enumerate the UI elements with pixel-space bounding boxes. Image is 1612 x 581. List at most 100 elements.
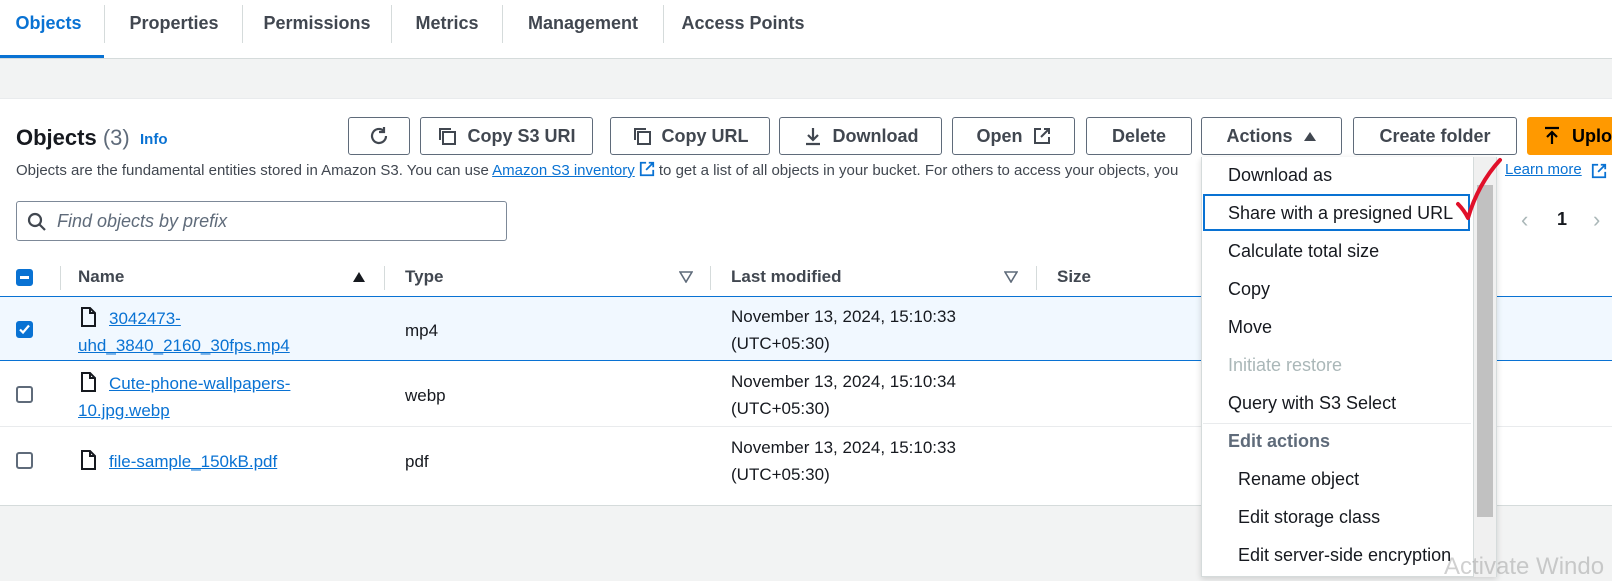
copy-s3-uri-label: Copy S3 URI: [467, 125, 576, 146]
search-placeholder: Find objects by prefix: [57, 211, 228, 231]
delete-button[interactable]: Delete: [1086, 117, 1192, 155]
search-icon: [27, 212, 46, 231]
objects-title: Objects: [16, 125, 97, 150]
objects-heading: Objects (3): [16, 125, 130, 151]
column-header-name[interactable]: Name: [78, 267, 124, 287]
menu-item-calculate-total-size[interactable]: Calculate total size: [1228, 241, 1379, 262]
object-name-line1: 3042473-: [109, 309, 181, 328]
object-type: mp4: [405, 321, 439, 340]
menu-item-move[interactable]: Move: [1228, 317, 1272, 338]
external-link-icon: [639, 161, 654, 177]
description-start: Objects are the fundamental entities sto…: [16, 162, 493, 179]
indeterminate-mark: [20, 276, 29, 279]
object-type: webp: [405, 386, 446, 405]
caret-up-icon: [1303, 132, 1316, 141]
check-icon: [19, 324, 30, 335]
object-name-line1: file-sample_150kB.pdf: [109, 452, 278, 471]
sort-descending-icon[interactable]: [679, 271, 693, 283]
menu-scrollbar-thumb[interactable]: [1477, 185, 1493, 517]
object-last-modified: November 13, 2024, 15:10:33 (UTC+05:30): [731, 303, 956, 357]
copy-url-label: Copy URL: [661, 125, 749, 146]
actions-dropdown-button[interactable]: Actions: [1201, 117, 1342, 155]
menu-item-download-as[interactable]: Download as: [1228, 165, 1332, 186]
tab-permissions[interactable]: Permissions: [243, 0, 391, 46]
modified-date: November 13, 2024, 15:10:34: [731, 372, 956, 391]
menu-group-edit-actions: Edit actions: [1228, 431, 1331, 451]
menu-item-initiate-restore: Initiate restore: [1228, 355, 1343, 375]
sort-descending-icon[interactable]: [1004, 271, 1018, 283]
menu-item-rename-object[interactable]: Rename object: [1238, 469, 1359, 490]
info-link[interactable]: Info: [140, 131, 168, 148]
menu-item-copy[interactable]: Copy: [1228, 279, 1270, 300]
copy-url-button[interactable]: Copy URL: [610, 117, 770, 155]
object-type: pdf: [405, 452, 429, 471]
modified-timezone: (UTC+05:30): [731, 399, 830, 418]
object-name-line2: 10.jpg.webp: [78, 401, 170, 420]
sort-ascending-icon[interactable]: [352, 271, 366, 283]
s3-inventory-link[interactable]: Amazon S3 inventory: [492, 162, 635, 179]
tab-properties[interactable]: Properties: [105, 0, 243, 46]
row-checkbox[interactable]: [16, 386, 33, 403]
delete-label: Delete: [1111, 125, 1167, 146]
copy-icon: [633, 128, 651, 145]
row-checkbox[interactable]: [16, 452, 33, 469]
description-end: to get a list of all objects in your buc…: [654, 162, 1179, 179]
object-name-line1: Cute-phone-wallpapers-: [109, 374, 291, 393]
refresh-button[interactable]: [348, 117, 410, 155]
object-name-link[interactable]: Cute-phone-wallpapers- 10.jpg.webp: [78, 370, 290, 424]
menu-item-edit-server-side-encryption[interactable]: Edit server-side encryption: [1238, 545, 1451, 566]
previous-page-icon[interactable]: ‹: [1521, 207, 1528, 233]
column-divider[interactable]: [710, 266, 711, 290]
menu-item-query-s3-select[interactable]: Query with S3 Select: [1228, 393, 1396, 414]
tab-access-points[interactable]: Access Points: [664, 0, 822, 46]
object-name-line2: uhd_3840_2160_30fps.mp4: [78, 336, 290, 355]
tab-management[interactable]: Management: [503, 0, 663, 46]
menu-item-share-presigned-url[interactable]: Share with a presigned URL: [1228, 203, 1453, 224]
actions-label: Actions: [1226, 125, 1293, 146]
create-folder-button[interactable]: Create folder: [1353, 117, 1517, 155]
tab-metrics[interactable]: Metrics: [392, 0, 502, 46]
modified-timezone: (UTC+05:30): [731, 334, 830, 353]
menu-divider: [1203, 423, 1471, 424]
object-last-modified: November 13, 2024, 15:10:34 (UTC+05:30): [731, 368, 956, 422]
modified-date: November 13, 2024, 15:10:33: [731, 438, 956, 457]
upload-icon: [1545, 126, 1559, 144]
download-label: Download: [832, 125, 919, 146]
download-icon: [805, 128, 820, 146]
search-input[interactable]: Find objects by prefix: [16, 201, 507, 241]
tab-bar: Objects Properties Permissions Metrics M…: [0, 0, 1612, 59]
object-name-link[interactable]: 3042473- uhd_3840_2160_30fps.mp4: [78, 305, 290, 359]
external-link-icon: [1591, 163, 1607, 179]
column-header-size[interactable]: Size: [1057, 267, 1091, 287]
page-number[interactable]: 1: [1557, 209, 1567, 230]
upload-button[interactable]: Uplo: [1527, 117, 1612, 155]
open-label: Open: [976, 125, 1023, 146]
tab-objects[interactable]: Objects: [0, 0, 97, 46]
create-folder-label: Create folder: [1379, 125, 1491, 146]
objects-description: Objects are the fundamental entities sto…: [16, 161, 1178, 179]
annotation-checkmark-icon: [1456, 158, 1502, 220]
modified-date: November 13, 2024, 15:10:33: [731, 307, 956, 326]
download-button[interactable]: Download: [779, 117, 942, 155]
column-divider: [60, 266, 61, 290]
object-name-link[interactable]: file-sample_150kB.pdf: [78, 448, 277, 475]
row-checkbox[interactable]: [16, 321, 33, 338]
external-link-icon: [1033, 128, 1050, 144]
column-header-type[interactable]: Type: [405, 267, 443, 287]
next-page-icon[interactable]: ›: [1593, 207, 1600, 233]
copy-s3-uri-button[interactable]: Copy S3 URI: [420, 117, 593, 155]
select-all-checkbox[interactable]: [16, 269, 33, 286]
column-header-last-modified[interactable]: Last modified: [731, 267, 842, 287]
upload-label: Uplo: [1572, 125, 1612, 146]
object-last-modified: November 13, 2024, 15:10:33 (UTC+05:30): [731, 434, 956, 488]
copy-icon: [439, 128, 457, 145]
refresh-icon: [370, 127, 388, 145]
learn-more-link[interactable]: Learn more: [1505, 161, 1582, 178]
modified-timezone: (UTC+05:30): [731, 465, 830, 484]
objects-count: (3): [102, 125, 130, 150]
active-tab-indicator: [0, 55, 104, 58]
open-button[interactable]: Open: [952, 117, 1075, 155]
menu-item-edit-storage-class[interactable]: Edit storage class: [1238, 507, 1380, 528]
column-divider[interactable]: [1036, 266, 1037, 290]
column-divider[interactable]: [384, 266, 385, 290]
